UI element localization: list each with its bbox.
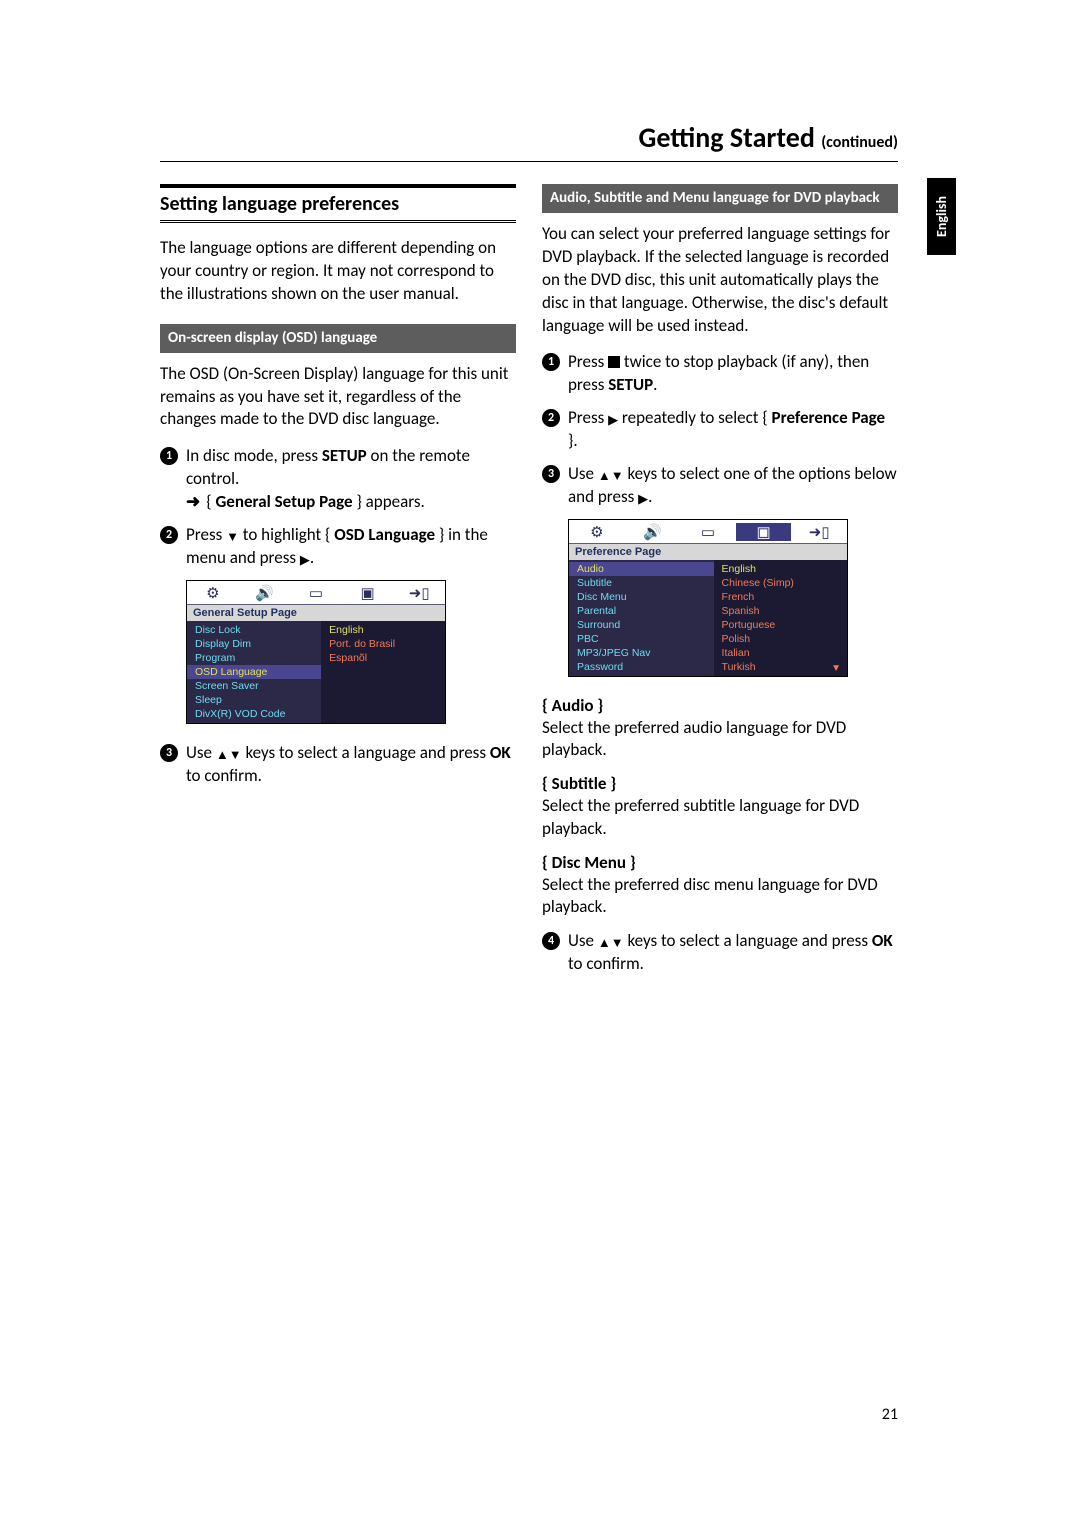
osd-option: French [714,590,847,604]
osd-header: Preference Page [569,544,847,560]
osd-item-selected: OSD Language [187,665,321,679]
osd-preference-illustration: ⚙ 🔊 ▭ ▣ ➜▯ Preference Page Audio Subtitl… [568,519,848,677]
osd-item: Program [187,651,321,665]
manual-page: English Getting Started (continued) Sett… [160,120,898,986]
def-audio: { Audio } Select the preferred audio lan… [542,695,898,761]
osd-item: Parental [569,604,714,618]
def-discmenu: { Disc Menu } Select the preferred disc … [542,852,898,918]
language-tab: English [927,178,956,255]
osd-item: MP3/JPEG Nav [569,646,714,660]
up-triangle-icon: ▲ [598,936,611,951]
osd-intro: The OSD (On-Screen Display) language for… [160,363,516,432]
step-2: 2 Press ▼ to highlight { OSD Language } … [160,524,516,570]
bullet-2-icon: 2 [542,409,560,427]
right-column: Audio, Subtitle and Menu language for DV… [542,184,898,986]
osd-option: Polish [714,632,847,646]
bullet-2-icon: 2 [160,526,178,544]
osd-option: Portuguese [714,618,847,632]
osd-option: Port. do Brasil [321,637,445,651]
osd-tab-icon: ⚙ [187,584,239,602]
osd-right-list: English Chinese (Simp) French Spanish Po… [714,560,847,676]
osd-item: Disc Menu [569,590,714,604]
osd-item-selected: Audio [569,562,714,576]
step-r1: 1 Press twice to stop playback (if any),… [542,351,898,397]
step-r4: 4 Use ▲▼ keys to select a language and p… [542,930,898,976]
osd-tab-icon: ⚙ [569,523,625,541]
bullet-4-icon: 4 [542,932,560,950]
right-triangle-icon: ▶ [300,553,310,568]
page-title-continued: (continued) [821,133,898,152]
down-triangle-icon: ▼ [611,469,624,484]
step-1: 1 In disc mode, press SETUP on the remot… [160,445,516,514]
osd-tab-icon: ▭ [290,584,342,602]
left-column: Setting language preferences The languag… [160,184,516,986]
osd-left-list: Audio Subtitle Disc Menu Parental Surrou… [569,560,714,676]
sub-heading-dvd-lang: Audio, Subtitle and Menu language for DV… [542,184,898,213]
section-title: Setting language preferences [160,184,516,223]
osd-option: Spanish [714,604,847,618]
down-triangle-icon: ▼ [226,530,239,545]
bullet-1-icon: 1 [160,447,178,465]
osd-left-list: Disc Lock Display Dim Program OSD Langua… [187,621,321,723]
osd-tab-icon: ➜▯ [791,523,847,541]
osd-item: Sleep [187,693,321,707]
bullet-3-icon: 3 [542,465,560,483]
dvd-lang-intro: You can select your preferred language s… [542,223,898,338]
osd-option-selected: English [714,562,847,576]
osd-item: Password [569,660,714,674]
step-r2: 2 Press ▶ repeatedly to select { Prefere… [542,407,898,453]
osd-option: Chinese (Simp) [714,576,847,590]
osd-tab-icon-active: ▣ [736,523,792,541]
osd-tab-icon: 🔊 [239,584,291,602]
bullet-1-icon: 1 [542,353,560,371]
scroll-down-icon: ▼ [831,663,841,674]
osd-tab-icon: ▭ [680,523,736,541]
up-triangle-icon: ▲ [598,469,611,484]
osd-tab-icon: 🔊 [625,523,681,541]
osd-item: DivX(R) VOD Code [187,707,321,721]
osd-option: Espanõl [321,651,445,665]
osd-item: Subtitle [569,576,714,590]
step-r3: 3 Use ▲▼ keys to select one of the optio… [542,463,898,509]
up-triangle-icon: ▲ [216,748,229,763]
osd-tab-icon: ▣ [342,584,394,602]
osd-option: Turkish [714,660,847,674]
right-triangle-icon: ▶ [608,413,618,428]
down-triangle-icon: ▼ [611,936,624,951]
osd-right-list: English Port. do Brasil Espanõl [321,621,445,723]
osd-header: General Setup Page [187,605,445,621]
page-title-main: Getting Started [638,120,814,155]
osd-item: Surround [569,618,714,632]
osd-general-setup-illustration: ⚙ 🔊 ▭ ▣ ➜▯ General Setup Page Disc Lock … [186,580,446,724]
osd-tab-icon: ➜▯ [393,584,445,602]
page-number: 21 [160,1405,898,1424]
result-arrow-icon: ➜ [186,491,200,514]
step-3: 3 Use ▲▼ keys to select a language and p… [160,742,516,788]
osd-item: Screen Saver [187,679,321,693]
osd-item: Disc Lock [187,623,321,637]
down-triangle-icon: ▼ [229,748,242,763]
sub-heading-osd: On-screen display (OSD) language [160,324,516,353]
intro-paragraph: The language options are different depen… [160,237,516,306]
stop-icon [608,356,620,368]
right-triangle-icon: ▶ [638,492,648,507]
osd-item: Display Dim [187,637,321,651]
page-title: Getting Started (continued) [160,120,898,162]
bullet-3-icon: 3 [160,744,178,762]
osd-option-selected: English [321,623,445,637]
osd-item: PBC [569,632,714,646]
osd-option: Italian [714,646,847,660]
def-subtitle: { Subtitle } Select the preferred subtit… [542,773,898,839]
